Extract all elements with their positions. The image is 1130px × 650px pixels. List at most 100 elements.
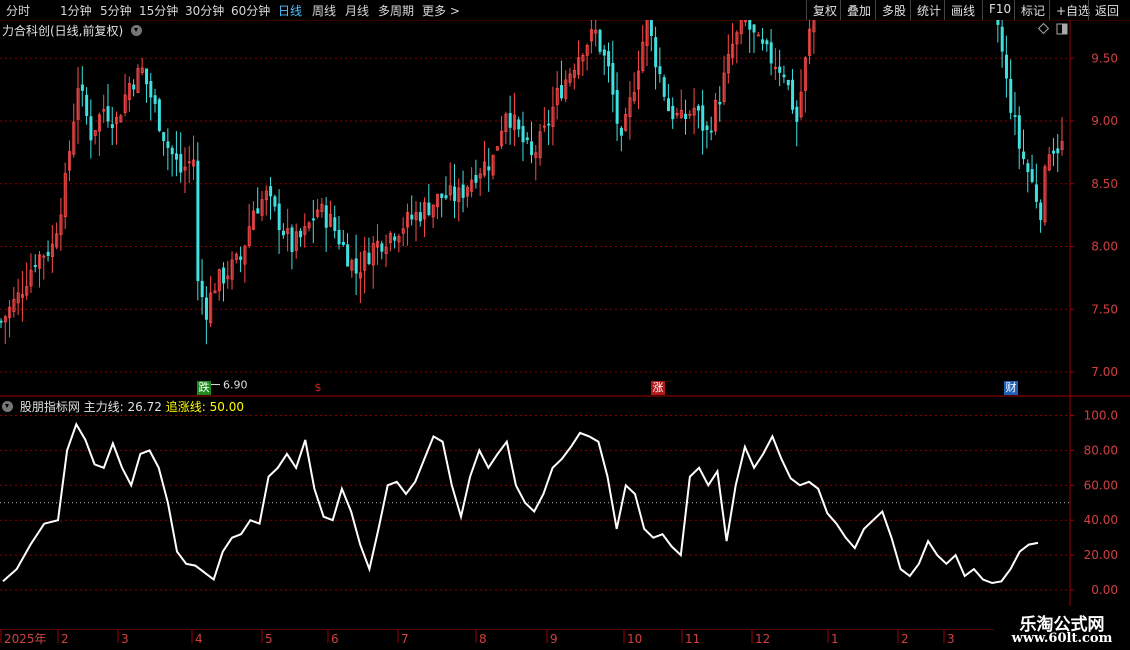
indicator-chart[interactable]: 0.00 20.00 40.00 60.00 80.00 100.0 [0,397,1130,629]
candle-body [705,125,709,130]
candle [1026,159,1030,193]
tab-1min[interactable]: 1分钟 [60,2,92,19]
candle [410,195,414,226]
tab-15min[interactable]: 15分钟 [139,2,178,19]
candle [470,167,474,198]
candle [444,176,448,201]
candle [812,20,816,54]
statistics-button[interactable]: 统计 [910,0,947,20]
candle [709,116,713,141]
event-tag-rise[interactable]: 涨 [651,381,665,395]
multi-stock-button[interactable]: 多股 [875,0,912,20]
candle [495,146,499,151]
candle-body [795,106,799,122]
candle-body [333,217,337,232]
candle-body [649,20,653,37]
candle [744,20,748,27]
candle [521,111,525,162]
candle [1030,154,1034,184]
candle [551,86,555,146]
candle [59,197,63,251]
candle [722,55,726,106]
candle-body [380,243,384,252]
date-axis: 2025年 2 3 4 5 6 7 8 9 10 11 12 1 2 3 [0,629,1130,646]
candle [491,154,495,180]
candle [187,145,191,183]
candle [1039,199,1043,233]
candle-body [444,195,448,199]
candle-body [162,132,166,142]
candle [33,254,37,273]
candle [243,244,247,283]
indicator-tick-label: 20.00 [1084,548,1118,562]
candle [538,123,542,166]
price-tick-label: 8.00 [1091,240,1118,254]
candle [808,20,812,65]
candle [423,197,427,238]
candle-body [354,258,358,274]
event-tag-fall[interactable]: 跌 [197,381,211,395]
candle [1017,106,1021,170]
candle-body [393,236,397,241]
month-label: 1 [831,632,839,646]
candle [106,83,110,128]
candle [80,66,84,107]
candle-body [170,147,174,155]
candlestick-chart[interactable]: 7.007.508.008.509.009.5010.0010.5011.001… [0,20,1130,397]
candle [324,197,328,252]
candle-body [671,105,675,120]
back-button[interactable]: 返回 [1088,0,1125,20]
candle-body [204,297,208,320]
tab-weekly[interactable]: 周线 [312,2,336,19]
tab-multi-period[interactable]: 多周期 [378,2,414,19]
candle-body [153,95,157,104]
candle [799,69,803,120]
candle [179,132,183,183]
candle [671,97,675,129]
draw-line-button[interactable]: 画线 [944,0,981,20]
fuquan-button[interactable]: 复权 [806,0,843,20]
candle [85,87,89,125]
candle [337,216,341,250]
candle-body [748,20,752,30]
tab-5min[interactable]: 5分钟 [100,2,132,19]
candle [1047,146,1051,172]
tab-daily[interactable]: 日线 [278,2,302,19]
candle [658,47,662,83]
month-label: 3 [121,632,129,646]
candle [20,271,24,322]
candle-body [1004,54,1008,79]
candle [3,314,7,345]
candle-body [696,105,700,111]
candle [1004,35,1008,98]
candle [440,193,444,218]
tab-60min[interactable]: 60分钟 [231,2,270,19]
candle [791,69,795,114]
candle [1022,129,1026,165]
candle-body [778,66,782,73]
candle [140,57,144,76]
tab-timeshare[interactable]: 分时 [6,2,30,19]
candle-body [487,166,491,171]
overlay-button[interactable]: 叠加 [840,0,877,20]
candle [157,97,161,133]
candle-body [33,265,37,267]
event-tag-dollar[interactable]: $ [311,381,325,395]
candle [448,162,452,201]
watermark-url: www.60lt.com [1011,631,1113,646]
candle [602,44,606,75]
f10-button[interactable]: F10 [982,0,1017,20]
candle-body [0,320,3,323]
tab-monthly[interactable]: 月线 [345,2,369,19]
candle-body [1030,169,1034,182]
mark-button[interactable]: 标记 [1014,0,1051,20]
candle-body [782,74,786,78]
candle [333,205,337,239]
month-label: 4 [195,632,203,646]
candle [175,131,179,177]
candle-body [179,154,183,173]
candle [739,20,743,45]
event-tag-finance[interactable]: 财 [1004,381,1018,395]
tab-more[interactable]: 更多 > [422,2,460,19]
tab-30min[interactable]: 30分钟 [185,2,224,19]
